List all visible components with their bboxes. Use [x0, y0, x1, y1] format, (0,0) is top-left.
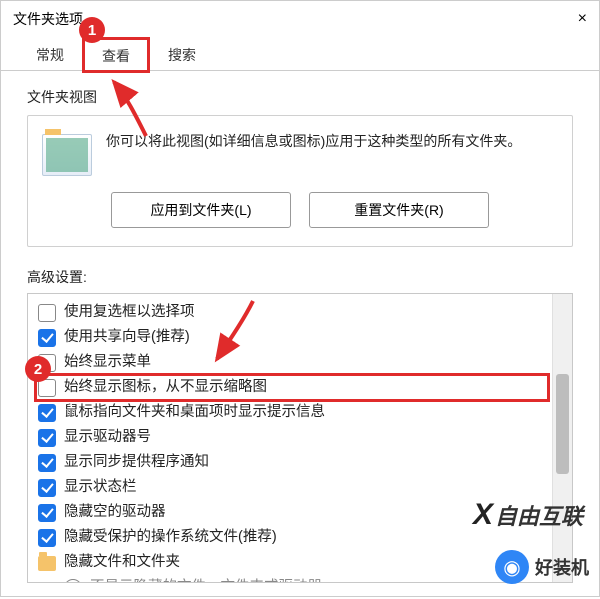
checkbox[interactable]: [38, 404, 56, 422]
adv-item-label: 显示状态栏: [64, 477, 137, 498]
folder-view-description: 你可以将此视图(如详细信息或图标)应用于这种类型的所有文件夹。: [106, 130, 558, 176]
adv-item-label: 显示同步提供程序通知: [64, 452, 209, 473]
annotation-badge-1: 1: [79, 17, 105, 43]
folder-view-label: 文件夹视图: [27, 87, 573, 107]
adv-item-3[interactable]: 始终显示图标，从不显示缩略图: [36, 375, 548, 400]
checkbox[interactable]: [38, 479, 56, 497]
scrollbar[interactable]: [552, 294, 572, 582]
adv-item-11[interactable]: 不显示隐藏的文件、文件夹或驱动器: [36, 575, 548, 582]
apply-to-folders-button[interactable]: 应用到文件夹(L): [111, 192, 291, 228]
adv-item-0[interactable]: 使用复选框以选择项: [36, 300, 548, 325]
checkbox[interactable]: [38, 454, 56, 472]
close-icon[interactable]: ×: [578, 10, 587, 28]
adv-item-label: 使用共享向导(推荐): [64, 327, 190, 348]
folder-options-dialog: 文件夹选项 × 1 2 常规 查看 搜索 文件夹视图 你可以将此视图(如详细信息…: [0, 0, 600, 597]
scrollbar-thumb[interactable]: [556, 374, 569, 474]
tab-search[interactable]: 搜索: [149, 37, 215, 71]
adv-item-5[interactable]: 显示驱动器号: [36, 425, 548, 450]
adv-item-label: 使用复选框以选择项: [64, 302, 195, 323]
adv-item-label: 始终显示菜单: [64, 352, 151, 373]
adv-item-label: 不显示隐藏的文件、文件夹或驱动器: [90, 577, 322, 582]
reset-folders-button[interactable]: 重置文件夹(R): [309, 192, 489, 228]
window-title: 文件夹选项: [13, 9, 83, 29]
radio[interactable]: [64, 579, 82, 582]
adv-item-label: 始终显示图标，从不显示缩略图: [64, 377, 267, 398]
adv-item-label: 隐藏受保护的操作系统文件(推荐): [64, 527, 277, 548]
adv-item-2[interactable]: 始终显示菜单: [36, 350, 548, 375]
checkbox[interactable]: [38, 529, 56, 547]
tab-general[interactable]: 常规: [17, 37, 83, 71]
advanced-settings-list: 使用复选框以选择项使用共享向导(推荐) 始终显示菜单始终显示图标，从不显示缩略图鼠…: [28, 294, 552, 582]
tab-view[interactable]: 查看: [83, 38, 149, 72]
adv-item-label: 鼠标指向文件夹和桌面项时显示提示信息: [64, 402, 325, 423]
adv-item-label: 隐藏空的驱动器: [64, 502, 166, 523]
adv-item-label: 显示驱动器号: [64, 427, 151, 448]
advanced-settings-box: 使用复选框以选择项使用共享向导(推荐) 始终显示菜单始终显示图标，从不显示缩略图鼠…: [27, 293, 573, 583]
adv-item-6[interactable]: 显示同步提供程序通知: [36, 450, 548, 475]
annotation-badge-2: 2: [25, 356, 51, 382]
adv-item-label: 隐藏文件和文件夹: [64, 552, 180, 573]
adv-item-8[interactable]: 隐藏空的驱动器: [36, 500, 548, 525]
tab-content: 文件夹视图 你可以将此视图(如详细信息或图标)应用于这种类型的所有文件夹。 应用…: [1, 71, 599, 599]
advanced-settings-label: 高级设置:: [27, 267, 573, 287]
checkbox[interactable]: [38, 304, 56, 322]
adv-item-1[interactable]: 使用共享向导(推荐): [36, 325, 548, 350]
checkbox[interactable]: [38, 429, 56, 447]
adv-item-4[interactable]: 鼠标指向文件夹和桌面项时显示提示信息: [36, 400, 548, 425]
adv-item-10[interactable]: 隐藏文件和文件夹: [36, 550, 548, 575]
folder-icon: [38, 556, 56, 571]
adv-item-7[interactable]: 显示状态栏: [36, 475, 548, 500]
folder-view-group: 你可以将此视图(如详细信息或图标)应用于这种类型的所有文件夹。 应用到文件夹(L…: [27, 115, 573, 247]
folder-view-icon: [42, 134, 92, 176]
checkbox[interactable]: [38, 329, 56, 347]
checkbox[interactable]: [38, 504, 56, 522]
adv-item-9[interactable]: 隐藏受保护的操作系统文件(推荐): [36, 525, 548, 550]
